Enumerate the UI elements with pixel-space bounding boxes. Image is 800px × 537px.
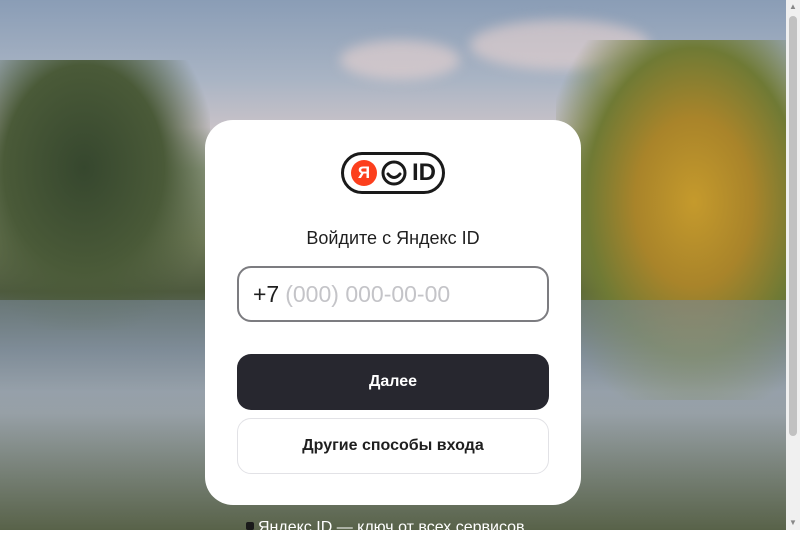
scroll-down-arrow-icon[interactable]: ▼ xyxy=(786,516,800,530)
scrollbar[interactable]: ▲ ▼ xyxy=(786,0,800,530)
logo-id-text: ID xyxy=(412,159,436,186)
trees-left xyxy=(0,60,210,330)
yandex-id-logo: Я ID xyxy=(341,152,445,194)
next-button[interactable]: Далее xyxy=(237,354,549,410)
footer-tagline-link[interactable]: Яндекс ID — ключ от всех сервисов xyxy=(258,519,525,537)
phone-placeholder: (000) 000-00-00 xyxy=(285,280,451,307)
scroll-thumb[interactable] xyxy=(789,16,797,436)
login-card: Я ID Войдите с Яндекс ID +7 (000) 000-00… xyxy=(205,120,581,505)
phone-input[interactable]: +7 (000) 000-00-00 xyxy=(237,266,549,322)
cloud xyxy=(340,40,460,80)
scroll-up-arrow-icon[interactable]: ▲ xyxy=(786,0,800,14)
phone-prefix: +7 xyxy=(253,280,280,307)
footer-id-icon xyxy=(246,522,254,530)
yandex-badge-icon: Я xyxy=(351,160,377,186)
login-title: Войдите с Яндекс ID xyxy=(306,228,480,248)
other-login-methods-button[interactable]: Другие способы входа xyxy=(237,418,549,474)
smile-face-icon xyxy=(381,160,407,186)
